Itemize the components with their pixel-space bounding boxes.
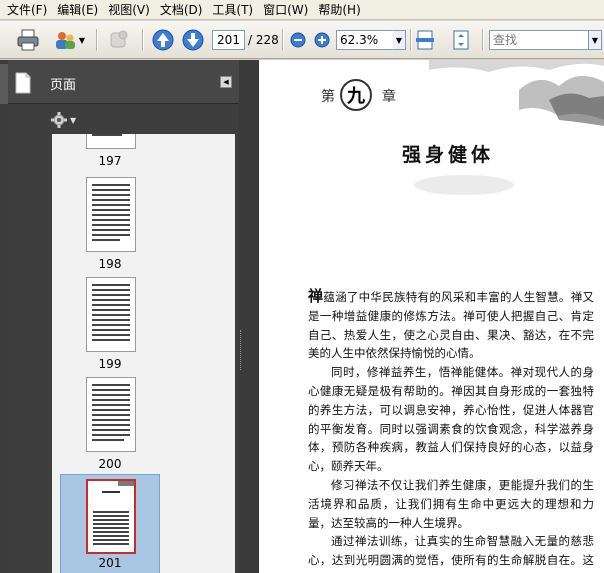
dropcap: 禅 [308, 287, 324, 305]
toolbar-separator [282, 29, 283, 51]
pages-panel: 页面 ◀ ▼ 197 198 199 200 201 [8, 60, 239, 573]
toolbar-separator [142, 29, 143, 51]
thumbnail-item[interactable]: 199 [52, 277, 235, 377]
chevron-down-icon: ▼ [78, 35, 86, 45]
menu-help[interactable]: 帮助(H) [313, 0, 365, 20]
page-number-input[interactable]: 201 [212, 30, 245, 50]
menu-view[interactable]: 视图(V) [103, 0, 155, 20]
search-dropdown-button[interactable]: ▼ [589, 30, 602, 50]
thumbnail-label: 199 [98, 357, 122, 371]
thumbnail-label: 201 [98, 556, 122, 570]
next-page-button[interactable] [180, 27, 206, 53]
page-thumbnail[interactable] [86, 377, 136, 452]
chapter-title: 强身健体 [402, 144, 495, 166]
toolbar: ▼ 201 / 228 62.3% ▼ 查找 ▼ [0, 21, 604, 59]
plus-circle-icon [314, 32, 330, 48]
menu-edit[interactable]: 编辑(E) [52, 0, 103, 20]
fit-window-button[interactable] [450, 27, 472, 53]
menu-bar: 文件(F) 编辑(E) 视图(V) 文档(D) 工具(T) 窗口(W) 帮助(H… [0, 0, 604, 20]
thumbnail-list[interactable]: 197 198 199 200 201 [52, 134, 235, 573]
pages-panel-title: 页面 [50, 78, 77, 93]
page-text-lines [92, 134, 122, 136]
fit-page-icon [416, 30, 434, 50]
chapter-suffix: 章 [382, 89, 396, 105]
toolbar-separator [410, 29, 411, 51]
gear-icon [51, 112, 67, 128]
panel-splitter[interactable] [239, 60, 259, 573]
chapter-number: 九 [340, 79, 372, 111]
chapter-prefix: 第 [321, 89, 335, 105]
ink-landscape-decoration [429, 60, 604, 126]
menu-document[interactable]: 文档(D) [155, 0, 208, 20]
thumbnail-item[interactable]: 197 [52, 134, 235, 174]
nav-tab-marker [0, 64, 8, 104]
printer-icon [17, 29, 39, 51]
collapse-panel-button[interactable]: ◀ [220, 76, 232, 88]
navigation-strip [0, 60, 8, 573]
page-thumbnail[interactable] [86, 277, 136, 352]
fit-window-icon [453, 30, 469, 50]
paragraph: 禅蕴涵了中华民族特有的风采和丰富的人生智慧。禅又是一种增益健康的修炼方法。禅可使… [308, 287, 594, 363]
page-total-label: / 228 [248, 33, 279, 47]
document-view[interactable]: 第 九 章 强身健体 禅蕴涵了中华民族特有的风采和丰富的人生智慧。禅又是一种增益… [259, 60, 604, 573]
toolbar-separator [482, 29, 483, 51]
options-menu-button[interactable]: ▼ [50, 110, 76, 130]
collaborate-button[interactable] [104, 27, 134, 53]
page-text-lines [92, 384, 130, 441]
chevron-left-icon: ◀ [223, 78, 229, 86]
thumbnail-label: 197 [98, 154, 122, 168]
arrow-up-icon [152, 29, 174, 51]
toolbar-separator [96, 29, 97, 51]
search-input[interactable]: 查找 [489, 30, 589, 50]
paragraph: 修习禅法不仅让我们养生健康，更能提升我们的生活境界和品质，让我们拥有生命中更远大… [308, 477, 594, 530]
thumbnail-item[interactable]: 198 [52, 177, 235, 277]
pages-panel-header: 页面 ◀ [8, 60, 239, 104]
page-text-lines [92, 284, 130, 341]
page-thumbnail[interactable] [86, 479, 136, 554]
thumbnail-label: 198 [98, 257, 122, 271]
fit-width-button[interactable] [414, 27, 436, 53]
zoom-in-button[interactable] [312, 27, 332, 53]
chevron-down-icon: ▼ [395, 35, 403, 45]
page-text-lines [92, 184, 130, 241]
arrow-down-icon [182, 29, 204, 51]
previous-page-button[interactable] [150, 27, 176, 53]
pages-icon[interactable] [14, 72, 32, 94]
page-thumbnail[interactable] [86, 134, 136, 149]
chevron-down-icon: ▼ [591, 35, 599, 45]
menu-tools[interactable]: 工具(T) [207, 0, 258, 20]
chapter-body: 禅蕴涵了中华民族特有的风采和丰富的人生智慧。禅又是一种增益健康的修炼方法。禅可使… [308, 287, 594, 573]
share-button[interactable]: ▼ [50, 27, 88, 53]
chevron-down-icon: ▼ [70, 115, 77, 125]
zoom-input[interactable]: 62.3% [336, 30, 394, 50]
menu-file[interactable]: 文件(F) [2, 0, 52, 20]
minus-circle-icon [290, 32, 306, 48]
menu-window[interactable]: 窗口(W) [258, 0, 313, 20]
print-button[interactable] [14, 27, 42, 53]
ink-wash-decoration [414, 175, 514, 195]
page-thumbnail[interactable] [86, 177, 136, 252]
thumbnail-item[interactable]: 200 [52, 377, 235, 477]
people-icon [55, 32, 75, 49]
paragraph-text: 蕴涵了中华民族特有的风采和丰富的人生智慧。禅又是一种增益健康的修炼方法。禅可使人… [308, 290, 594, 361]
paragraph: 同时，修禅益养生，悟禅能健体。禅对现代人的身心健康无疑是极有帮助的。禅因其自身形… [308, 365, 594, 474]
review-icon [110, 30, 128, 48]
thumbnail-item-selected[interactable]: 201 [52, 474, 235, 573]
paragraph: 通过禅法训练，让真实的生命智慧融入无量的慈悲心，达到光明圆满的觉悟，使所有的生命… [308, 534, 594, 573]
zoom-out-button[interactable] [288, 27, 308, 53]
zoom-dropdown-button[interactable]: ▼ [393, 30, 406, 50]
thumbnail-label: 200 [98, 457, 122, 471]
splitter-grip[interactable] [240, 330, 242, 370]
page-text-lines [93, 481, 134, 545]
